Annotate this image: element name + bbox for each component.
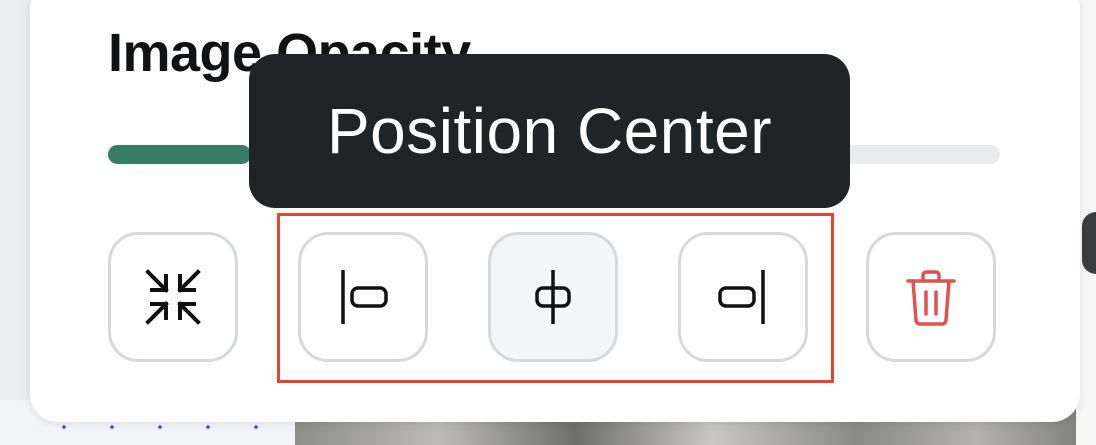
opacity-slider-fill[interactable] (108, 145, 251, 164)
position-center-button[interactable] (488, 232, 618, 362)
background-right-control (1082, 212, 1096, 274)
delete-button[interactable] (866, 232, 996, 362)
background-left (0, 0, 30, 445)
tooltip: Position Center (249, 54, 850, 208)
align-right-icon (718, 270, 765, 324)
background-link-dots (40, 425, 260, 429)
position-left-button[interactable] (298, 232, 428, 362)
align-left-icon (341, 270, 388, 324)
tooltip-text: Position Center (326, 95, 773, 167)
collapse-arrows-icon (145, 269, 201, 325)
collapse-button[interactable] (108, 232, 238, 362)
trash-icon (906, 270, 956, 326)
align-center-icon (535, 270, 571, 324)
position-right-button[interactable] (678, 232, 808, 362)
